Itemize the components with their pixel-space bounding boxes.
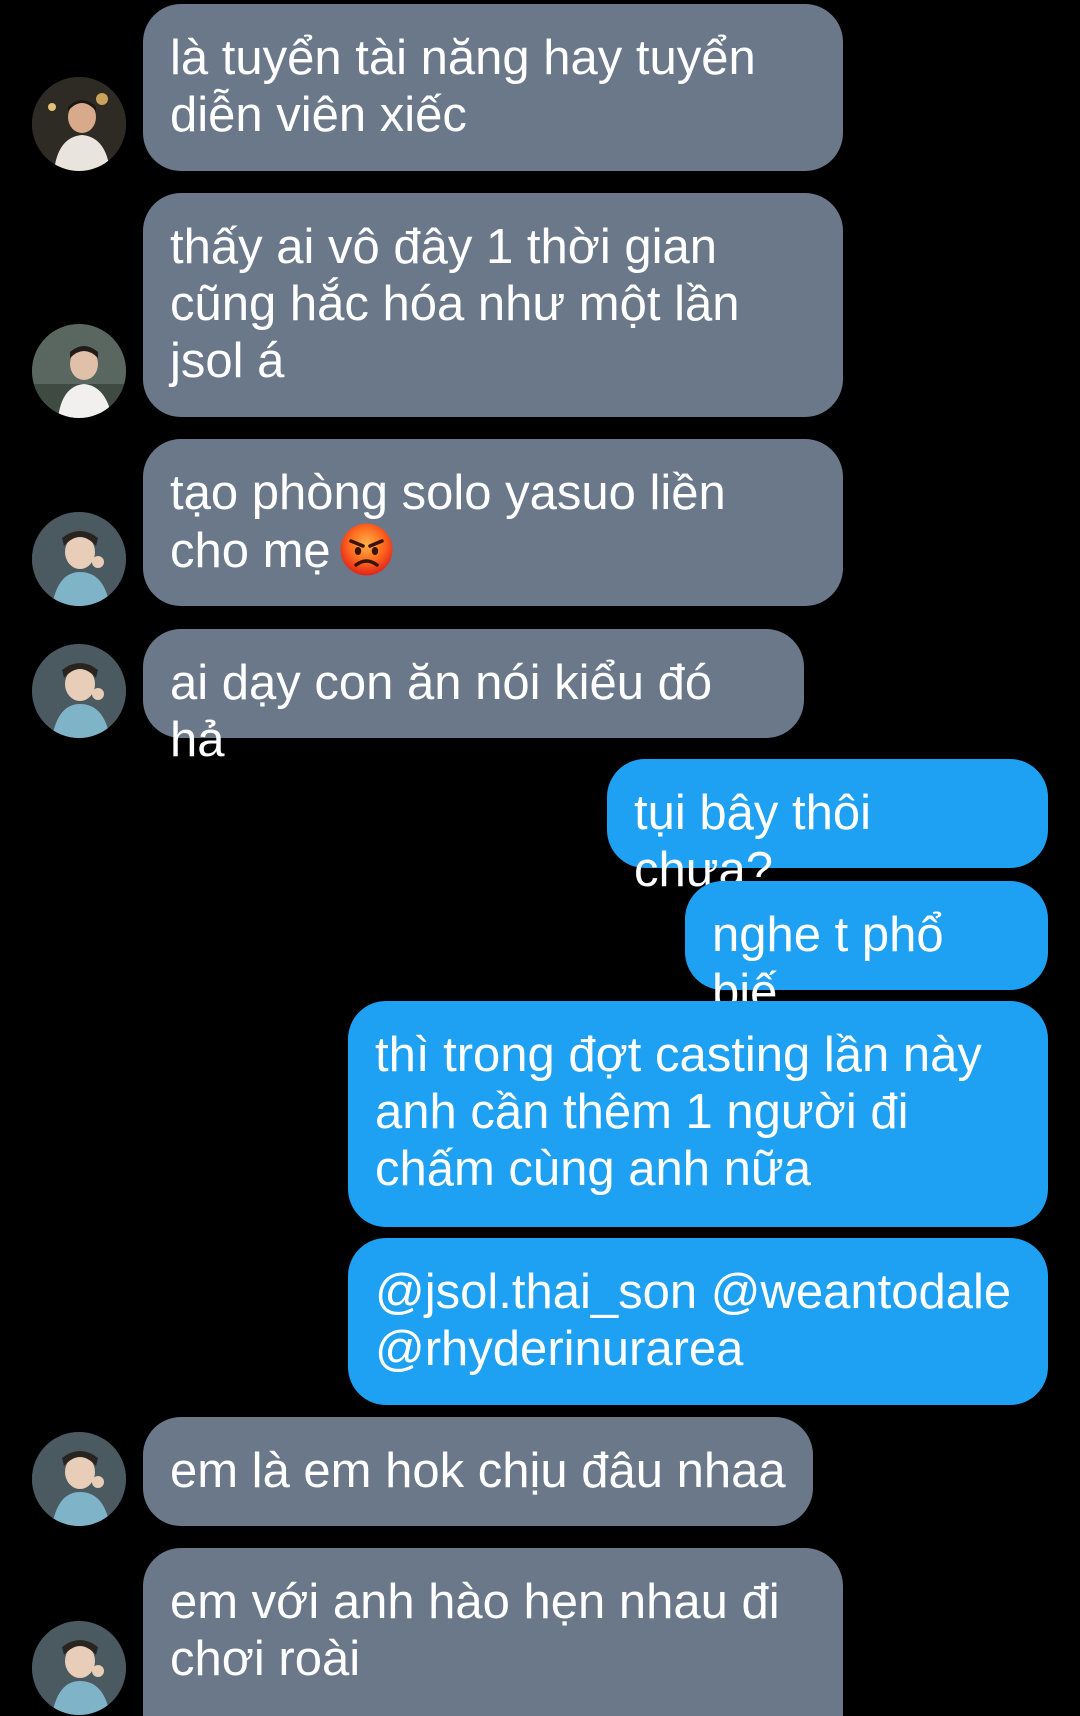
message-text: em là em hok chịu đâu nhaa — [170, 1444, 786, 1498]
message-text: tạo phòng solo yasuo liền cho mẹ — [170, 466, 726, 578]
angry-face-icon — [339, 522, 394, 577]
message-text: @jsol.thai_son @weantodale @rhyderinurar… — [375, 1265, 1012, 1376]
message-text: em với anh hào hẹn nhau đi chơi roài — [170, 1575, 780, 1686]
message-bubble-outgoing[interactable]: nghe t phổ biế — [685, 881, 1048, 1019]
message-bubble-outgoing[interactable]: tụi bây thôi chưa? — [607, 759, 1048, 897]
avatar[interactable] — [32, 644, 126, 738]
message-bubble-outgoing[interactable]: @jsol.thai_son @weantodale @rhyderinurar… — [348, 1238, 1048, 1405]
avatar[interactable] — [32, 512, 126, 606]
message-bubble-incoming[interactable]: thấy ai vô đây 1 thời gian cũng hắc hóa … — [143, 193, 843, 417]
message-text: thấy ai vô đây 1 thời gian cũng hắc hóa … — [170, 220, 740, 388]
message-text: là tuyển tài năng hay tuyển diễn viên xi… — [170, 31, 756, 142]
avatar[interactable] — [32, 1621, 126, 1715]
message-bubble-incoming[interactable]: tạo phòng solo yasuo liền cho mẹ — [143, 439, 843, 606]
message-text: thì trong đợt casting lần này anh cần th… — [375, 1028, 982, 1196]
message-bubble-incoming[interactable]: em với anh hào hẹn nhau đi chơi roài — [143, 1548, 843, 1716]
message-bubble-outgoing[interactable]: thì trong đợt casting lần này anh cần th… — [348, 1001, 1048, 1227]
message-bubble-incoming[interactable]: ai dạy con ăn nói kiểu đó hả — [143, 629, 804, 767]
avatar[interactable] — [32, 324, 126, 418]
chat-thread: là tuyển tài năng hay tuyển diễn viên xi… — [0, 0, 1080, 1716]
avatar[interactable] — [32, 77, 126, 171]
message-bubble-incoming[interactable]: em là em hok chịu đâu nhaa — [143, 1417, 813, 1526]
avatar[interactable] — [32, 1432, 126, 1526]
message-bubble-incoming[interactable]: là tuyển tài năng hay tuyển diễn viên xi… — [143, 4, 843, 171]
message-text: ai dạy con ăn nói kiểu đó hả — [170, 656, 713, 767]
